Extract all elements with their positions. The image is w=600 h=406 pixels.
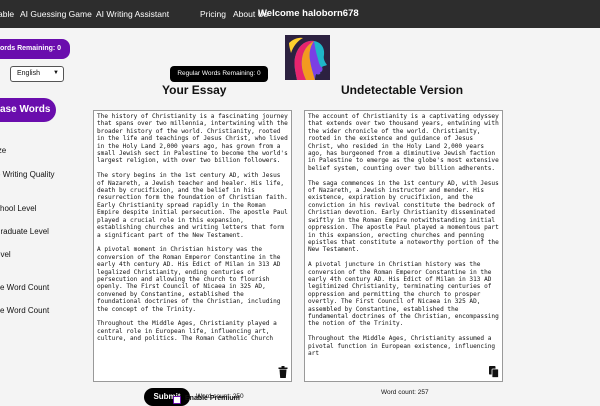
undetectable-output-textarea[interactable]: The account of Christianity is a captiva… [304, 110, 503, 382]
mode-option-decrease-word-count[interactable]: se Word Count [0, 306, 49, 315]
copy-icon[interactable] [489, 366, 499, 378]
enable-premium-label: Enable Premium [185, 395, 240, 402]
trash-icon[interactable] [278, 366, 288, 378]
mode-option-increase-word-count[interactable]: se Word Count [0, 283, 49, 292]
nav-link-pricing[interactable]: Pricing [200, 9, 226, 19]
chevron-down-icon: ▼ [53, 70, 59, 76]
mode-option-level[interactable]: evel [0, 250, 11, 259]
nav-link-ai-guessing-game[interactable]: AI Guessing Game [20, 9, 92, 19]
words-remaining-badge: ords Remaining: 0 [0, 39, 70, 59]
enable-premium-checkbox[interactable] [173, 396, 181, 404]
output-word-count: Word count: 257 [381, 389, 429, 396]
regular-words-remaining-badge: Regular Words Remaining: 0 [170, 66, 268, 82]
mode-option-graduate-level[interactable]: graduate Level [0, 227, 49, 236]
top-navigation-bar: able AI Guessing Game AI Writing Assista… [0, 0, 600, 28]
colorful-head-logo-icon [285, 35, 330, 80]
submit-button[interactable]: Submit [144, 388, 190, 406]
language-select-value: English [17, 70, 40, 77]
welcome-message: Welcome haloborn678 [258, 8, 359, 19]
mode-option-school-level[interactable]: chool Level [0, 204, 36, 213]
language-select[interactable]: English ▼ [10, 66, 64, 82]
your-essay-heading: Your Essay [162, 83, 227, 97]
essay-input-textarea[interactable]: The history of Christianity is a fascina… [93, 110, 292, 382]
undetectable-version-heading: Undetectable Version [341, 83, 464, 97]
brand-logo [285, 35, 330, 80]
mode-option-summarize[interactable]: ize [0, 146, 6, 155]
mode-option-writing-quality[interactable]: e Writing Quality [0, 170, 55, 179]
nav-link-table[interactable]: able [0, 9, 14, 19]
paraphrase-words-button[interactable]: ase Words [0, 98, 56, 122]
nav-link-ai-writing-assistant[interactable]: AI Writing Assistant [96, 9, 169, 19]
